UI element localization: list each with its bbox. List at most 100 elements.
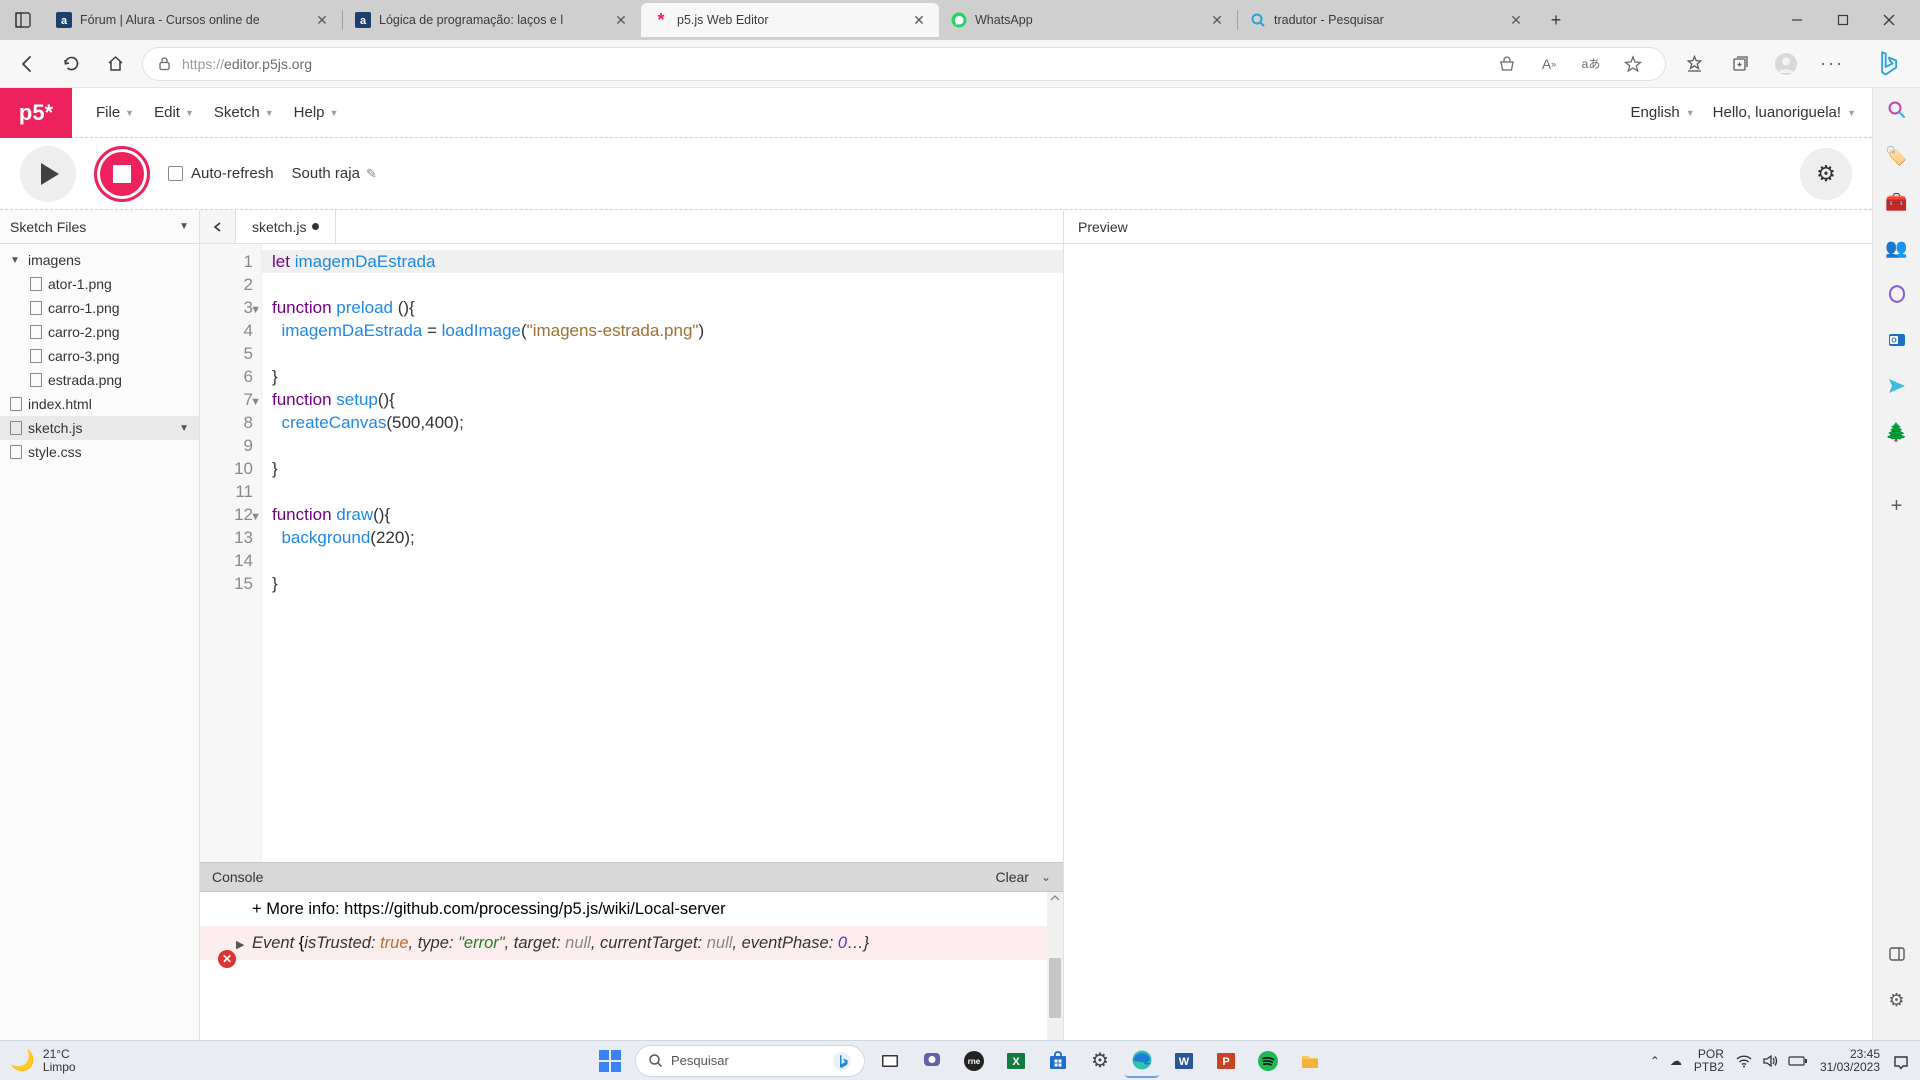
tray-volume-icon[interactable] — [1762, 1054, 1778, 1068]
sidebar-search-icon[interactable] — [1883, 96, 1911, 124]
file-row[interactable]: index.html — [0, 392, 199, 416]
start-button[interactable] — [593, 1044, 627, 1078]
sidebar-toggle-icon[interactable] — [1883, 940, 1911, 968]
file-row[interactable]: sketch.js▼ — [0, 416, 199, 440]
tab-close-icon[interactable]: ✕ — [613, 12, 629, 28]
sidebar-toolbox-icon[interactable]: 🧰 — [1883, 188, 1911, 216]
clock[interactable]: 23:4531/03/2023 — [1820, 1048, 1880, 1074]
stop-button[interactable] — [94, 146, 150, 202]
editor-tab-sketch[interactable]: sketch.js — [236, 210, 336, 243]
tab-close-icon[interactable]: ✕ — [314, 12, 330, 28]
favorite-star-icon[interactable] — [1615, 46, 1651, 82]
text-size-icon[interactable]: A» — [1531, 46, 1567, 82]
tab-close-icon[interactable]: ✕ — [1209, 12, 1225, 28]
sidebar-people-icon[interactable]: 👥 — [1883, 234, 1911, 262]
p5-logo[interactable]: p5* — [0, 88, 72, 138]
maximize-button[interactable] — [1820, 4, 1866, 36]
sidebar-send-icon[interactable] — [1883, 372, 1911, 400]
taskbar-spotify-icon[interactable] — [1251, 1044, 1285, 1078]
expand-triangle-icon[interactable]: ▶ — [236, 934, 244, 956]
tab-title: tradutor - Pesquisar — [1274, 13, 1500, 27]
chevron-down-icon[interactable]: ▼ — [179, 423, 189, 434]
tab-actions-icon[interactable] — [8, 5, 38, 35]
sidebar-coupon-icon[interactable]: 🏷️ — [1883, 142, 1911, 170]
tab-close-icon[interactable]: ✕ — [1508, 12, 1524, 28]
browser-tab[interactable]: *p5.js Web Editor✕ — [641, 3, 939, 37]
console-clear-button[interactable]: Clear — [995, 869, 1028, 885]
more-menu-icon[interactable]: ··· — [1814, 46, 1850, 82]
close-window-button[interactable] — [1866, 4, 1912, 36]
auto-refresh-toggle[interactable]: Auto-refresh — [168, 165, 274, 182]
tray-wifi-icon[interactable] — [1736, 1054, 1752, 1068]
weather-widget[interactable]: 🌙 21°CLimpo — [10, 1048, 76, 1074]
sidebar-settings-icon[interactable]: ⚙ — [1883, 986, 1911, 1014]
taskbar-store-icon[interactable] — [1041, 1044, 1075, 1078]
refresh-button[interactable] — [54, 47, 88, 81]
taskbar-excel-icon[interactable]: X — [999, 1044, 1033, 1078]
console-scrollbar[interactable] — [1047, 892, 1063, 1040]
taskbar-search[interactable]: Pesquisar — [635, 1045, 865, 1077]
collections-icon[interactable] — [1722, 46, 1758, 82]
settings-button[interactable]: ⚙ — [1800, 148, 1852, 200]
play-button[interactable] — [20, 146, 76, 202]
browser-tab[interactable]: aLógica de programação: laços e l✕ — [343, 3, 641, 37]
notifications-icon[interactable] — [1892, 1052, 1910, 1070]
back-button[interactable] — [10, 47, 44, 81]
shopping-icon[interactable] — [1489, 46, 1525, 82]
sketch-name[interactable]: South raja ✎ — [292, 165, 377, 182]
user-greeting[interactable]: Hello, luanoriguela!▼ — [1713, 104, 1856, 121]
profile-icon[interactable] — [1768, 46, 1804, 82]
file-row[interactable]: style.css — [0, 440, 199, 464]
taskbar-explorer-icon[interactable] — [1293, 1044, 1327, 1078]
console-body[interactable]: + More info: https://github.com/processi… — [200, 892, 1063, 1040]
sidebar-outlook-icon[interactable]: O — [1883, 326, 1911, 354]
tab-title: Lógica de programação: laços e l — [379, 13, 605, 27]
tray-onedrive-icon[interactable]: ☁ — [1670, 1054, 1682, 1068]
tray-chevron-icon[interactable]: ⌃ — [1650, 1054, 1660, 1068]
sidebar-add-icon[interactable]: + — [1883, 492, 1911, 520]
home-button[interactable] — [98, 47, 132, 81]
menu-help[interactable]: Help▼ — [284, 98, 349, 127]
language-indicator[interactable]: PORPTB2 — [1694, 1048, 1724, 1074]
tab-close-icon[interactable]: ✕ — [911, 12, 927, 28]
system-tray[interactable]: ⌃ ☁ — [1650, 1054, 1682, 1068]
sidebar-tree-icon[interactable]: 🌲 — [1883, 418, 1911, 446]
new-tab-button[interactable]: + — [1540, 4, 1572, 36]
file-row[interactable]: carro-3.png — [0, 344, 199, 368]
file-row[interactable]: ator-1.png — [0, 272, 199, 296]
taskbar-edge-icon[interactable] — [1125, 1044, 1159, 1078]
taskbar-taskview-icon[interactable] — [873, 1044, 907, 1078]
chevron-down-icon[interactable]: ⌄ — [1041, 870, 1051, 884]
file-row[interactable]: carro-1.png — [0, 296, 199, 320]
read-aloud-icon[interactable]: aあ — [1573, 46, 1609, 82]
site-lock-icon[interactable] — [157, 56, 172, 71]
sidebar-m365-icon[interactable] — [1883, 280, 1911, 308]
collapse-files-button[interactable] — [200, 210, 236, 243]
language-selector[interactable]: English▼ — [1631, 104, 1695, 121]
tray-battery-icon[interactable] — [1788, 1055, 1808, 1067]
taskbar: 🌙 21°CLimpo Pesquisar rne X ⚙ W P ⌃ ☁ PO… — [0, 1040, 1920, 1080]
taskbar-settings-icon[interactable]: ⚙ — [1083, 1044, 1117, 1078]
menu-edit[interactable]: Edit▼ — [144, 98, 204, 127]
chevron-down-icon[interactable]: ▼ — [179, 221, 189, 232]
code-editor[interactable]: 123▼4567▼89101112▼131415 let imagemDaEst… — [200, 244, 1063, 862]
console-error-row: ✕ ▶ Event {isTrusted: true, type: "error… — [200, 926, 1063, 960]
file-row[interactable]: carro-2.png — [0, 320, 199, 344]
menu-sketch[interactable]: Sketch▼ — [204, 98, 284, 127]
taskbar-chat-icon[interactable] — [915, 1044, 949, 1078]
taskbar-powerpoint-icon[interactable]: P — [1209, 1044, 1243, 1078]
folder-row[interactable]: ▼imagens — [0, 248, 199, 272]
unsaved-dot-icon — [312, 223, 319, 230]
taskbar-app-rne[interactable]: rne — [957, 1044, 991, 1078]
favorites-list-icon[interactable] — [1676, 46, 1712, 82]
file-row[interactable]: estrada.png — [0, 368, 199, 392]
bing-sidebar-button[interactable] — [1866, 42, 1910, 86]
browser-tab[interactable]: tradutor - Pesquisar ✕ — [1238, 3, 1536, 37]
browser-tab[interactable]: WhatsApp✕ — [939, 3, 1237, 37]
url-field[interactable]: https://editor.p5js.org A» aあ — [142, 47, 1666, 81]
minimize-button[interactable] — [1774, 4, 1820, 36]
svg-text:W: W — [1179, 1056, 1190, 1068]
menu-file[interactable]: File▼ — [86, 98, 144, 127]
taskbar-word-icon[interactable]: W — [1167, 1044, 1201, 1078]
browser-tab[interactable]: aFórum | Alura - Cursos online de✕ — [44, 3, 342, 37]
